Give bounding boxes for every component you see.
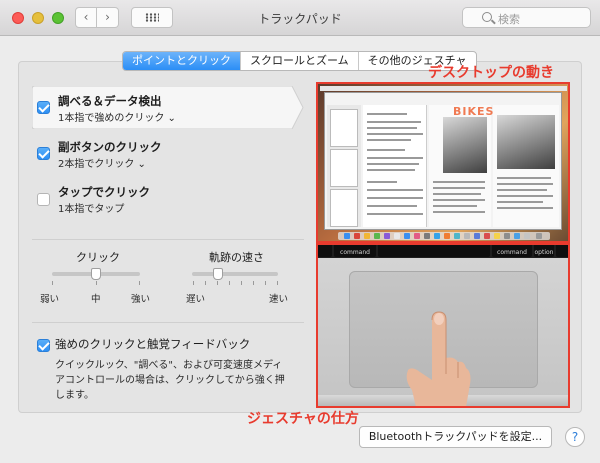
tap-to-click-subtitle: 1本指でタップ [58,204,125,215]
search-icon [482,12,492,22]
click-slider-label: クリック [76,251,120,264]
force-click-description: クイックルック、"調べる"、および可変速度メディアコントロールの場合は、クリック… [55,360,285,401]
divider [32,322,304,323]
force-click-title: 強めのクリックと触覚フィードバック [55,337,251,351]
tab-point-and-click[interactable]: ポイントとクリック [123,52,241,70]
click-slider-tick [96,281,97,285]
click-slider-mid-label: 中 [91,294,101,305]
click-slider-tick [52,281,53,285]
tracking-speed-tick [265,281,266,285]
tracking-speed-tick [193,281,194,285]
tracking-speed-tick [253,281,254,285]
lookup-checkbox[interactable] [37,101,50,114]
tap-to-click-title: タップでクリック [58,185,150,199]
tracking-speed-tick [277,281,278,285]
tracking-speed-min-label: 遅い [186,294,206,305]
tracking-speed-max-label: 速い [269,294,289,305]
tap-to-click-checkbox[interactable] [37,193,50,206]
tracking-speed-label: 軌跡の速さ [209,251,264,264]
setup-bluetooth-trackpad-button[interactable]: Bluetoothトラックパッドを設定... [359,426,552,448]
tab-bar: ポイントとクリック スクロールとズーム その他のジェスチャ [122,51,477,71]
click-slider-thumb[interactable] [91,268,101,280]
click-slider-min-label: 弱い [40,294,60,305]
divider [32,239,304,240]
search-field[interactable]: 検索 [462,7,591,28]
secondary-click-title: 副ボタンのクリック [58,140,162,154]
click-slider-max-label: 強い [131,294,151,305]
click-slider-tick [139,281,140,285]
desktop-motion-annotation: デスクトップの動き [428,65,554,81]
tracking-speed-track [192,272,278,276]
tab-scroll-and-zoom[interactable]: スクロールとズーム [241,52,359,70]
search-placeholder: 検索 [498,13,520,26]
gesture-highlight-box [316,243,570,408]
help-button[interactable]: ? [565,427,585,447]
lookup-gesture-select[interactable]: 1本指で強めのクリック ⌄ [58,109,176,124]
tracking-speed-tick [241,281,242,285]
tracking-speed-thumb[interactable] [212,268,223,280]
gesture-annotation: ジェスチャの仕方 [247,411,359,427]
lookup-title: 調べる＆データ検出 [58,94,162,108]
secondary-click-checkbox[interactable] [37,147,50,160]
desktop-motion-highlight-box [316,82,570,243]
force-click-checkbox[interactable] [37,339,50,352]
tracking-speed-tick [229,281,230,285]
title-bar: ‹ › トラックパッド 検索 [0,0,600,36]
tracking-speed-tick [217,281,218,285]
tracking-speed-tick [205,281,206,285]
trackpad-preferences-window: ‹ › トラックパッド 検索 ポイントとクリック スクロールとズーム その他のジ… [0,0,600,463]
secondary-click-gesture-select[interactable]: 2本指でクリック ⌄ [58,155,146,170]
